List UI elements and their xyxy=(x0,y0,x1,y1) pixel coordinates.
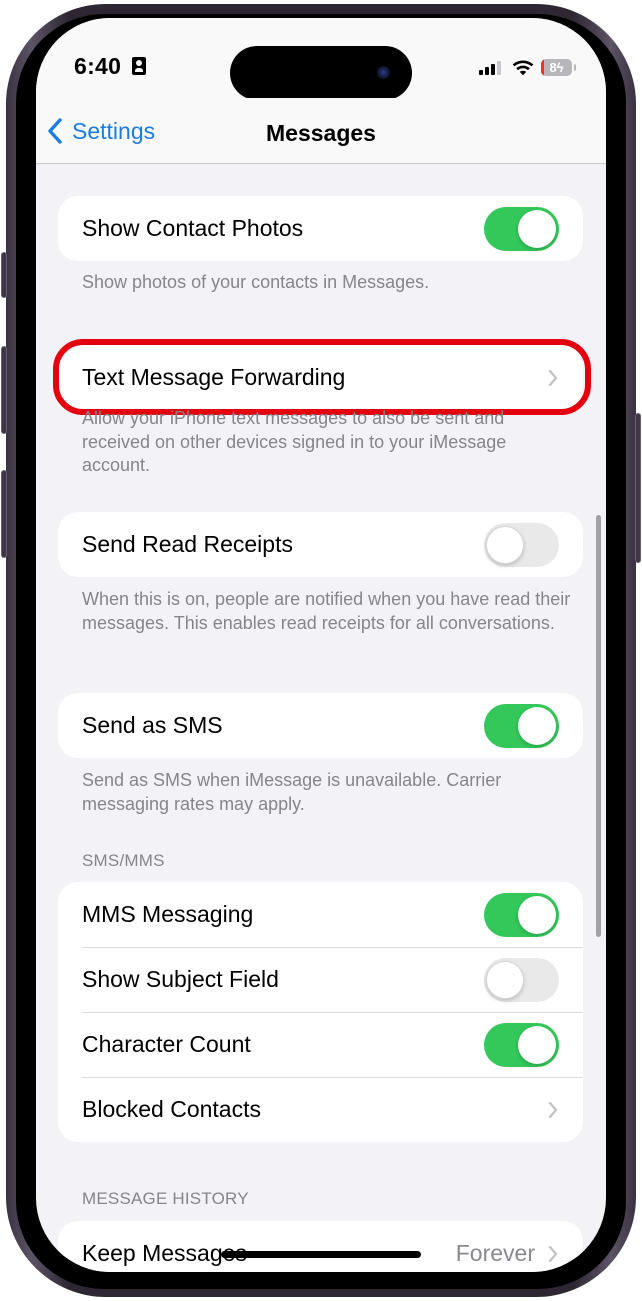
row-label: Blocked Contacts xyxy=(82,1096,261,1122)
settings-list[interactable]: Show Contact Photos Show photos of your … xyxy=(36,165,606,1272)
show-contact-photos-toggle[interactable] xyxy=(484,206,559,251)
toggle-knob xyxy=(518,895,556,934)
battery-percent: 8ϟ xyxy=(549,60,564,75)
navigation-bar: Messages Settings xyxy=(36,98,606,164)
toggle-knob xyxy=(518,1025,556,1064)
row-label: MMS Messaging xyxy=(82,901,254,927)
character-count-toggle[interactable] xyxy=(484,1022,559,1067)
screen: 6:40 8ϟ Messages Settings Show Contact P… xyxy=(36,18,606,1272)
read-receipts-group: Send Read Receipts xyxy=(58,512,583,577)
scroll-indicator[interactable] xyxy=(596,515,601,937)
character-count-row: Character Count xyxy=(58,1012,583,1077)
send-read-receipts-row: Send Read Receipts xyxy=(58,512,583,577)
chevron-left-icon xyxy=(48,118,62,144)
forwarding-group: Text Message Forwarding xyxy=(58,345,583,410)
cellular-signal-icon xyxy=(479,61,503,75)
toggle-knob xyxy=(486,525,524,564)
battery-tip xyxy=(574,64,576,71)
contact-photos-group: Show Contact Photos xyxy=(58,196,583,261)
send-as-sms-toggle[interactable] xyxy=(484,703,559,748)
row-label: Show Contact Photos xyxy=(82,215,304,241)
chevron-right-icon xyxy=(548,1101,558,1118)
send-read-receipts-toggle[interactable] xyxy=(484,522,559,567)
row-label: Text Message Forwarding xyxy=(82,364,346,390)
front-camera-icon xyxy=(377,66,390,79)
status-bar: 6:40 8ϟ xyxy=(36,18,606,100)
back-button[interactable]: Settings xyxy=(46,114,155,148)
send-sms-footnote: Send as SMS when iMessage is unavailable… xyxy=(82,770,502,814)
charging-bolt-icon: ϟ xyxy=(556,60,564,75)
mms-messaging-row: MMS Messaging xyxy=(58,882,583,947)
row-label: Show Subject Field xyxy=(82,966,279,992)
mms-messaging-toggle[interactable] xyxy=(484,892,559,937)
send-as-sms-row: Send as SMS xyxy=(58,693,583,758)
toggle-knob xyxy=(486,960,524,999)
contact-photos-footnote: Show photos of your contacts in Messages… xyxy=(82,272,430,292)
row-label: Send Read Receipts xyxy=(82,531,293,557)
text-message-forwarding-row[interactable]: Text Message Forwarding xyxy=(58,345,583,410)
action-button xyxy=(1,252,7,298)
chevron-right-icon xyxy=(548,1245,558,1262)
blocked-contacts-row[interactable]: Blocked Contacts xyxy=(58,1077,583,1142)
read-receipts-footnote: When this is on, people are notified whe… xyxy=(82,589,571,633)
message-history-group: Keep Messages Forever xyxy=(58,1221,583,1272)
side-button xyxy=(635,413,641,563)
status-time: 6:40 xyxy=(74,53,122,79)
sms-mms-header: SMS/MMS xyxy=(82,851,165,870)
volume-up-button xyxy=(1,346,7,434)
keep-messages-value: Forever xyxy=(455,1240,535,1266)
home-indicator[interactable] xyxy=(221,1251,421,1258)
forwarding-footnote: Allow your iPhone text messages to also … xyxy=(82,408,507,475)
battery-icon: 8ϟ xyxy=(541,59,572,76)
message-history-header: MESSAGE HISTORY xyxy=(82,1189,249,1208)
chevron-right-icon xyxy=(548,369,558,386)
keep-messages-row[interactable]: Keep Messages Forever xyxy=(58,1221,583,1272)
show-subject-field-row: Show Subject Field xyxy=(58,947,583,1012)
sms-mms-group: MMS Messaging Show Subject Field Charact… xyxy=(58,882,583,1142)
dynamic-island xyxy=(230,46,412,100)
toggle-knob xyxy=(518,209,556,248)
send-sms-group: Send as SMS xyxy=(58,693,583,758)
wifi-icon xyxy=(512,60,534,76)
toggle-knob xyxy=(518,706,556,745)
focus-mode-icon xyxy=(132,57,146,75)
row-label: Character Count xyxy=(82,1031,251,1057)
show-subject-field-toggle[interactable] xyxy=(484,957,559,1002)
volume-down-button xyxy=(1,470,7,558)
back-label: Settings xyxy=(72,117,156,144)
row-label: Send as SMS xyxy=(82,712,223,738)
show-contact-photos-row: Show Contact Photos xyxy=(58,196,583,261)
